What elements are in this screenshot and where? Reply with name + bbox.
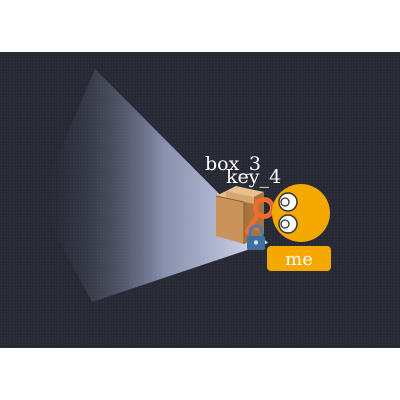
smiley-face-icon[interactable] [272, 184, 330, 242]
player-name-label: me [285, 249, 313, 270]
player-name-tag: me [267, 246, 331, 271]
key-label: key_4 [226, 166, 281, 188]
game-window: me box_3 key_4 [0, 0, 400, 400]
game-scene: me box_3 key_4 [38, 69, 331, 302]
game-board: me box_3 key_4 [0, 52, 400, 348]
